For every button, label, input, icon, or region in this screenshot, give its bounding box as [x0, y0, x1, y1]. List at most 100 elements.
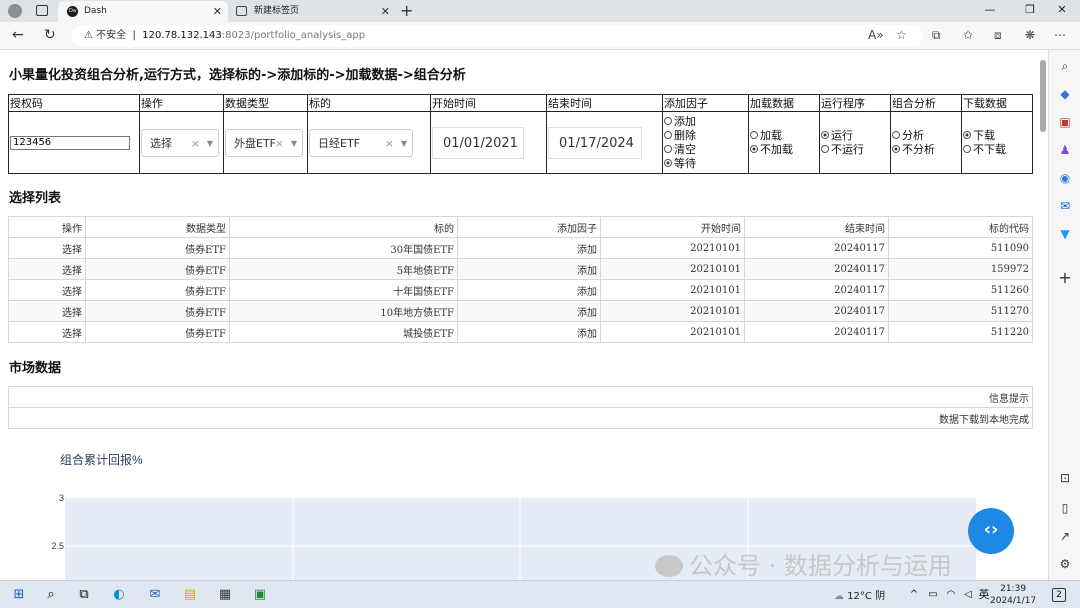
profile-avatar-icon[interactable] — [8, 4, 22, 18]
radio-circle[interactable] — [750, 130, 758, 139]
minimize-icon[interactable]: — — [980, 3, 1000, 16]
wifi-icon[interactable]: ◠ — [942, 586, 960, 604]
radio-circle[interactable] — [821, 144, 829, 153]
tab-actions-icon[interactable] — [36, 5, 48, 16]
page-scrollbar-thumb[interactable] — [1040, 60, 1046, 132]
clock-date: 2024/1/17 — [990, 596, 1037, 606]
col-start: 开始时间 — [600, 216, 745, 238]
tab-dash[interactable]: Da Dash ✕ — [58, 1, 228, 22]
radio-no-analyze[interactable]: 不分析 — [892, 143, 960, 157]
tray-chevron-icon[interactable]: ^ — [905, 586, 923, 604]
table-cell: 20210101 — [600, 237, 745, 259]
settings-gear-icon[interactable]: ⚙ — [1057, 556, 1073, 572]
clock[interactable]: 21:39 2024/1/17 — [990, 583, 1036, 607]
sidebar-panel-icon[interactable]: ▯ — [1057, 500, 1073, 516]
file-explorer-icon[interactable]: ▤ — [181, 586, 199, 604]
data-type-dropdown[interactable]: 外盘ETF × ▼ — [225, 128, 303, 158]
extensions-icon[interactable]: ❋ — [1025, 28, 1035, 42]
radio-circle[interactable] — [664, 130, 672, 139]
refresh-icon[interactable]: ↻ — [44, 27, 56, 43]
add-icon[interactable]: + — [1057, 270, 1073, 286]
radio-circle[interactable] — [664, 158, 672, 167]
radio-analyze[interactable]: 分析 — [892, 129, 960, 143]
dash-debug-button[interactable]: ‹› — [968, 508, 1014, 554]
radio-no-load[interactable]: 不加载 — [750, 143, 818, 157]
chevron-down-icon[interactable]: ▼ — [207, 130, 213, 158]
chevron-down-icon[interactable]: ▼ — [291, 130, 297, 158]
close-tab-icon[interactable]: ✕ — [381, 1, 390, 22]
radio-circle[interactable] — [750, 144, 758, 153]
mail-icon[interactable]: ✉ — [146, 586, 164, 604]
table-cell: 城投债ETF — [229, 321, 458, 343]
copilot-icon[interactable]: ◉ — [1057, 170, 1073, 186]
radio-factor-delete[interactable]: 删除 — [664, 129, 747, 143]
new-tab-plus-icon[interactable]: + — [400, 1, 413, 20]
restore-icon[interactable]: ❐ — [1020, 3, 1040, 16]
back-arrow-icon[interactable]: ← — [12, 27, 24, 43]
table-row[interactable]: 选择 债券ETF 5年地债ETF 添加 20210101 20240117 159972 — [8, 258, 1033, 280]
table-row[interactable]: 选择 债券ETF 城投债ETF 添加 20210101 20240117 511220 — [8, 321, 1033, 343]
drop-icon[interactable]: ▼ — [1057, 226, 1073, 242]
read-aloud-icon[interactable]: A» — [868, 28, 884, 42]
task-view-icon[interactable]: ⧉ — [75, 586, 93, 604]
windows-start-icon[interactable]: ⊞ — [10, 586, 28, 604]
radio-circle[interactable] — [963, 144, 971, 153]
open-external-icon[interactable]: ↗ — [1057, 528, 1073, 544]
radio-no-download[interactable]: 不下载 — [963, 143, 1031, 157]
radio-circle[interactable] — [821, 130, 829, 139]
toolbox-icon[interactable]: ▣ — [1057, 114, 1073, 130]
chevron-down-icon[interactable]: ▼ — [401, 130, 407, 158]
table-row[interactable]: 选择 债券ETF 10年地方债ETF 添加 20210101 20240117 511270 — [8, 300, 1033, 322]
close-tab-icon[interactable]: ✕ — [213, 1, 222, 22]
games-icon[interactable]: ♟ — [1057, 142, 1073, 158]
table-cell: 20240117 — [744, 300, 889, 322]
clear-icon[interactable]: × — [191, 130, 200, 158]
symbol-cell: 日经ETF × ▼ — [307, 111, 431, 174]
outlook-icon[interactable]: ✉ — [1057, 198, 1073, 214]
radio-no-run[interactable]: 不运行 — [821, 143, 889, 157]
edge-browser-icon[interactable]: ◐ — [110, 586, 128, 604]
col-end: 结束时间 — [744, 216, 889, 238]
favorites-icon[interactable]: ✩ — [963, 28, 973, 42]
end-date-input[interactable]: 01/17/2024 — [548, 126, 642, 159]
terminal-app-icon[interactable]: ▣ — [251, 586, 269, 604]
favorite-star-icon[interactable]: ☆ — [896, 28, 907, 42]
header-auth: 授权码 — [8, 94, 140, 112]
radio-circle[interactable] — [664, 144, 672, 153]
radio-circle[interactable] — [892, 144, 900, 153]
collections-icon[interactable]: ⧈ — [994, 28, 1002, 43]
notification-badge[interactable]: 2 — [1052, 588, 1066, 602]
taskbar-search-icon[interactable]: ⌕ — [42, 586, 60, 604]
table-cell: 添加 — [457, 279, 601, 301]
symbol-dropdown[interactable]: 日经ETF × ▼ — [309, 128, 413, 158]
radio-factor-wait[interactable]: 等待 — [664, 157, 747, 171]
table-row[interactable]: 选择 债券ETF 30年国债ETF 添加 20210101 20240117 511090 — [8, 237, 1033, 259]
close-window-icon[interactable]: ✕ — [1052, 3, 1072, 16]
table-row[interactable]: 选择 债券ETF 十年国债ETF 添加 20210101 20240117 511260 — [8, 279, 1033, 301]
tag-icon[interactable]: ◆ — [1057, 86, 1073, 102]
radio-load[interactable]: 加载 — [750, 129, 818, 143]
start-date-input[interactable]: 01/01/2021 — [432, 126, 524, 159]
operation-dropdown[interactable]: 选择 × ▼ — [141, 128, 219, 158]
clear-icon[interactable]: × — [275, 130, 284, 158]
search-icon[interactable]: ⌕ — [1057, 58, 1073, 74]
radio-circle[interactable] — [664, 116, 672, 125]
battery-icon[interactable]: ▭ — [924, 586, 942, 604]
more-menu-icon[interactable]: ⋯ — [1054, 28, 1066, 42]
table-cell: 添加 — [457, 300, 601, 322]
store-icon[interactable]: ▦ — [216, 586, 234, 604]
radio-factor-add[interactable]: 添加 — [664, 115, 747, 129]
tab-new[interactable]: 新建标签页 ✕ — [228, 1, 396, 22]
split-screen-icon[interactable]: ⧉ — [932, 28, 941, 43]
url-input[interactable]: ⚠ 不安全 | 120.78.132.143:8023/portfolio_an… — [72, 25, 922, 47]
screenshot-icon[interactable]: ⊡ — [1057, 470, 1073, 486]
radio-factor-clear[interactable]: 清空 — [664, 143, 747, 157]
radio-run[interactable]: 运行 — [821, 129, 889, 143]
weather-widget[interactable]: ☁ 12°C 阴 — [834, 587, 885, 602]
radio-download[interactable]: 下载 — [963, 129, 1031, 143]
radio-circle[interactable] — [892, 130, 900, 139]
clear-icon[interactable]: × — [385, 130, 394, 158]
weather-text: 12°C 阴 — [847, 591, 886, 602]
radio-circle[interactable] — [963, 130, 971, 139]
auth-code-input[interactable] — [10, 135, 130, 150]
